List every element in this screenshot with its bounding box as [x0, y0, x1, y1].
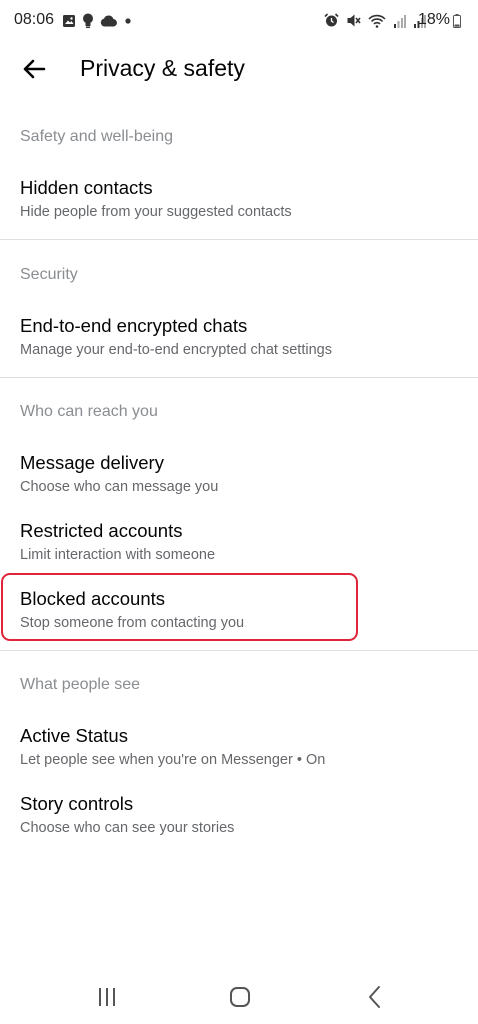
back-nav-icon[interactable] — [362, 984, 388, 1010]
nav-bar — [0, 970, 478, 1024]
section-header-safety: Safety and well-being — [20, 128, 173, 145]
recents-icon[interactable] — [94, 984, 120, 1010]
item-title: Story controls — [20, 793, 134, 814]
item-story-controls[interactable]: Story controls Choose who can see your s… — [0, 793, 478, 859]
gallery-icon — [63, 14, 75, 27]
divider — [0, 377, 478, 378]
divider — [0, 650, 478, 651]
battery-icon — [453, 14, 461, 28]
page-title: Privacy & safety — [80, 55, 245, 81]
mute-icon — [347, 14, 361, 27]
item-encrypted-chats[interactable]: End-to-end encrypted chats Manage your e… — [0, 315, 478, 381]
divider — [0, 239, 478, 240]
home-icon[interactable] — [227, 984, 253, 1010]
item-subtitle: Manage your end-to-end encrypted chat se… — [20, 342, 332, 358]
item-title: End-to-end encrypted chats — [20, 315, 248, 336]
item-subtitle: Hide people from your suggested contacts — [20, 204, 292, 220]
bulb-icon — [83, 13, 93, 28]
item-restricted-accounts[interactable]: Restricted accounts Limit interaction wi… — [0, 520, 478, 586]
header: Privacy & safety — [0, 46, 478, 92]
item-message-delivery[interactable]: Message delivery Choose who can message … — [0, 452, 478, 518]
section-header-reach: Who can reach you — [20, 403, 158, 420]
battery-percent: 18% — [417, 11, 450, 28]
item-blocked-accounts[interactable]: Blocked accounts Stop someone from conta… — [0, 588, 478, 654]
item-active-status[interactable]: Active Status Let people see when you're… — [0, 725, 478, 791]
status-bar: 08:06 18% — [0, 0, 478, 40]
screen: 08:06 18% Privacy & safety Safety and we… — [0, 0, 478, 1024]
item-hidden-contacts[interactable]: Hidden contacts Hide people from your su… — [0, 177, 478, 243]
item-subtitle: Stop someone from contacting you — [20, 615, 245, 631]
status-time: 08:06 — [14, 11, 55, 28]
section-header-security: Security — [20, 266, 78, 283]
item-subtitle: Limit interaction with someone — [20, 547, 216, 563]
cloud-icon — [100, 14, 117, 26]
item-title: Message delivery — [20, 452, 164, 473]
item-subtitle: Choose who can see your stories — [20, 820, 235, 836]
item-subtitle: Let people see when you're on Messenger … — [20, 752, 326, 768]
item-title: Restricted accounts — [20, 520, 183, 541]
status-left-icons — [62, 13, 132, 28]
dot-icon — [125, 17, 131, 24]
section-header-people-see: What people see — [20, 676, 141, 693]
wifi-icon — [368, 14, 386, 28]
item-title: Blocked accounts — [20, 588, 166, 609]
item-title: Active Status — [20, 725, 128, 746]
status-right-icons — [324, 13, 426, 28]
back-arrow-icon[interactable] — [20, 55, 48, 83]
signal-icon — [394, 14, 406, 28]
item-subtitle: Choose who can message you — [20, 479, 219, 495]
alarm-icon — [324, 13, 339, 27]
item-title: Hidden contacts — [20, 177, 153, 198]
